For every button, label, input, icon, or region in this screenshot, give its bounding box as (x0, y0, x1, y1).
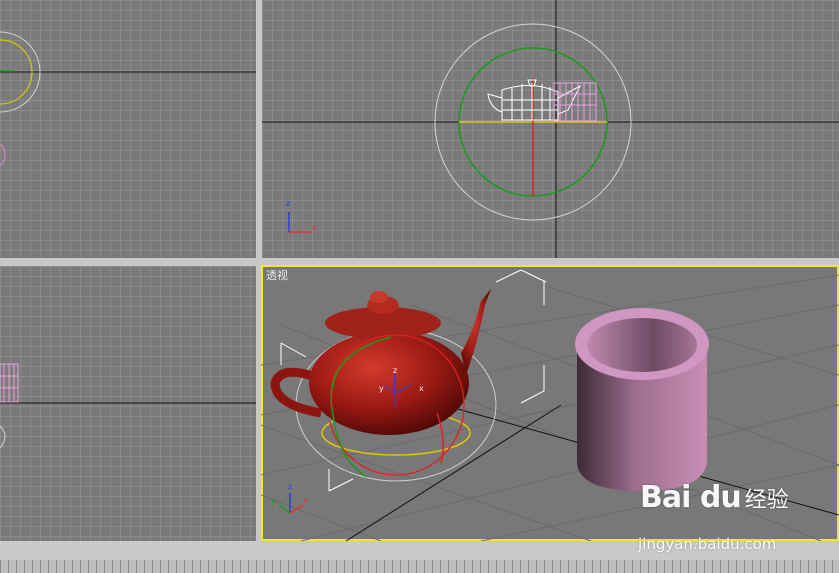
axis-label-z: z (286, 199, 290, 208)
timeline-ruler[interactable] (0, 560, 839, 573)
baidu-watermark: Bai du 经验 jingyan.baidu.com (638, 480, 789, 553)
watermark-url: jingyan.baidu.com (638, 535, 777, 553)
persp-axis-y: y (271, 496, 276, 505)
gizmo-label-z: z (393, 366, 397, 375)
watermark-brand: Bai du (640, 480, 742, 515)
viewport-top-right-scene: z x (262, 0, 839, 258)
watermark-sub: 经验 (744, 488, 789, 513)
teapot-model (270, 289, 491, 435)
gizmo-label-y: y (379, 384, 384, 393)
viewport-bottom-left-scene (0, 363, 256, 449)
persp-axis-z: z (288, 482, 292, 491)
cup-model (575, 308, 709, 491)
gizmo-label-x: x (419, 384, 424, 393)
persp-axis-x: x (303, 496, 308, 505)
viewport-top-left-scene (0, 31, 256, 166)
viewport-top-left[interactable] (0, 0, 256, 258)
axis-label-x: x (312, 223, 317, 232)
viewport-bottom-left[interactable] (0, 266, 256, 541)
viewport-top-right[interactable]: z x (262, 0, 839, 258)
